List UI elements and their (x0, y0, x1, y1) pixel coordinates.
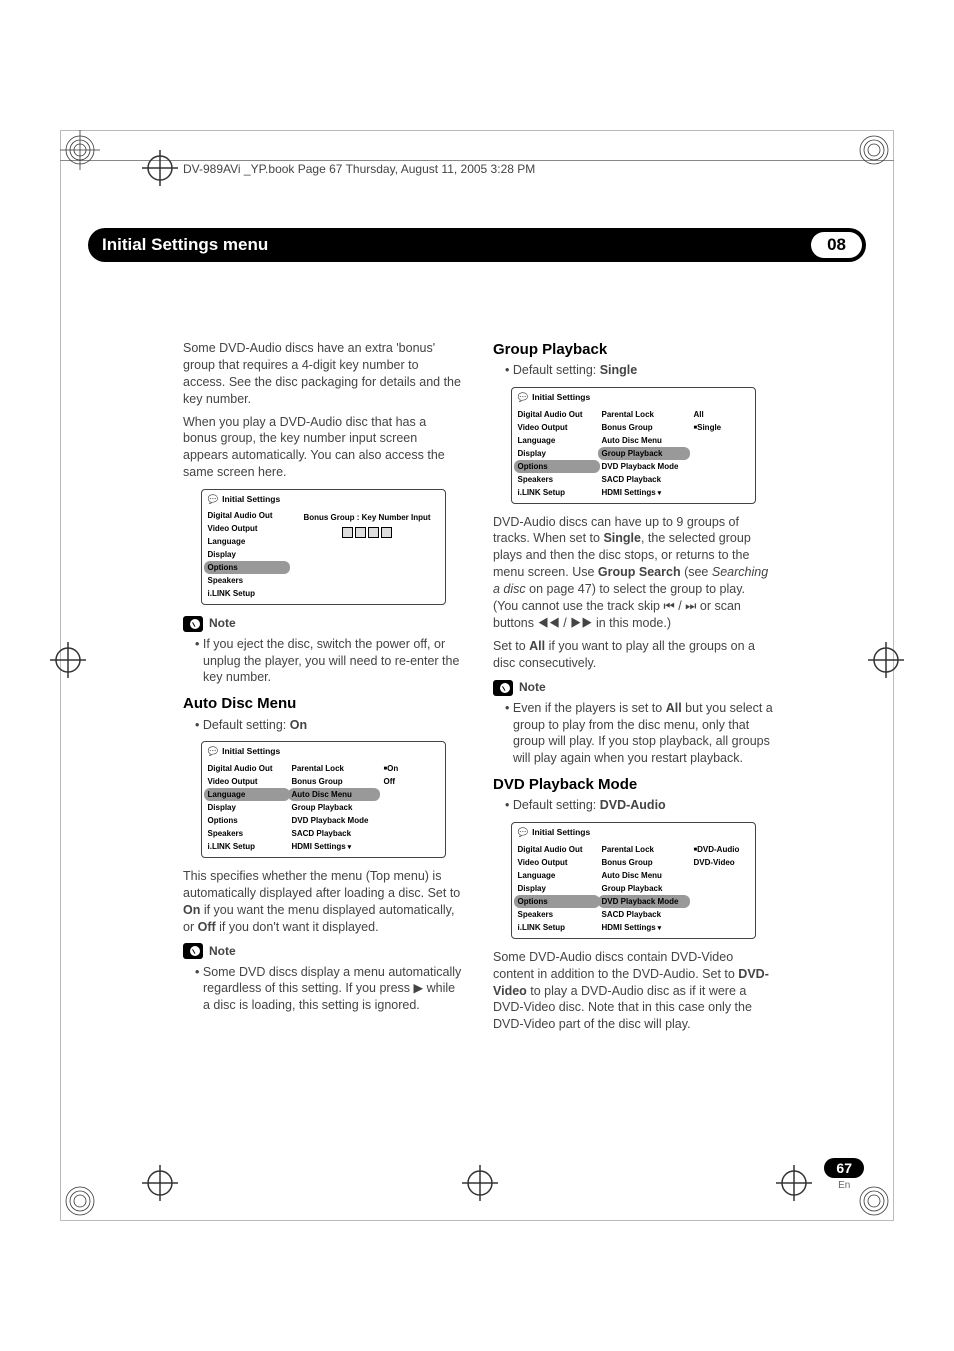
chat-icon: 💬 (518, 392, 529, 403)
settings-title: Initial Settings (532, 392, 590, 403)
note-bullet: • If you eject the disc, switch the powe… (195, 636, 463, 687)
header-rule (60, 160, 894, 161)
body-text: Set to All if you want to play all the g… (493, 638, 773, 672)
note-heading: Note (493, 679, 773, 695)
body-text: DVD-Audio discs can have up to 9 groups … (493, 514, 773, 632)
left-column: Some DVD-Audio discs have an extra 'bonu… (183, 340, 463, 1039)
settings-screenshot-group-playback: 💬Initial Settings Digital Audio OutVideo… (511, 387, 756, 503)
settings-screenshot-dvd-playback-mode: 💬Initial Settings Digital Audio OutVideo… (511, 822, 756, 938)
note-label: Note (209, 615, 236, 631)
chat-icon: 💬 (208, 494, 219, 505)
page-lang: En (824, 1180, 864, 1191)
note-icon (183, 943, 203, 959)
default-setting-line: • Default setting: Single (505, 362, 773, 379)
settings-left-list: Digital Audio OutVideo OutputLanguageDis… (512, 841, 600, 938)
settings-right-list: DVD-AudioDVD-Video (690, 841, 755, 938)
settings-left-list: Digital Audio OutVideo OutputLanguageDis… (202, 507, 290, 604)
corner-mark-icon (60, 130, 120, 190)
chapter-title: Initial Settings menu (102, 235, 268, 255)
note-bullet: • Some DVD discs display a menu automati… (195, 964, 463, 1015)
settings-right-list: AllSingle (690, 406, 755, 503)
section-heading-auto-disc-menu: Auto Disc Menu (183, 694, 463, 714)
body-text: When you play a DVD-Audio disc that has … (183, 414, 463, 482)
settings-left-list: Digital Audio OutVideo OutputLanguageDis… (512, 406, 600, 503)
content-columns: Some DVD-Audio discs have an extra 'bonu… (183, 340, 773, 1039)
settings-mid-list: Parental LockBonus GroupAuto Disc MenuGr… (290, 760, 380, 857)
settings-title: Initial Settings (222, 494, 280, 505)
right-column: Group Playback • Default setting: Single… (493, 340, 773, 1039)
register-mark-icon (460, 1163, 500, 1203)
note-label: Note (209, 943, 236, 959)
settings-mid-list: Parental LockBonus GroupAuto Disc MenuGr… (600, 406, 690, 503)
settings-right-list: OnOff (380, 760, 445, 857)
section-heading-dvd-playback-mode: DVD Playback Mode (493, 775, 773, 795)
book-header: DV-989AVi _YP.book Page 67 Thursday, Aug… (183, 162, 535, 176)
register-mark-icon (48, 640, 88, 680)
body-text: This specifies whether the menu (Top men… (183, 868, 463, 936)
note-icon (183, 616, 203, 632)
corner-mark-icon (60, 1161, 120, 1221)
chapter-title-bar: Initial Settings menu 08 (88, 228, 866, 262)
register-mark-icon (774, 1163, 814, 1203)
note-icon (493, 680, 513, 696)
chat-icon: 💬 (518, 827, 529, 838)
note-bullet: • Even if the players is set to All but … (505, 700, 773, 768)
note-heading: Note (183, 943, 463, 959)
corner-mark-icon (834, 130, 894, 190)
settings-title: Initial Settings (222, 746, 280, 757)
body-text: Some DVD-Audio discs contain DVD-Video c… (493, 949, 773, 1033)
key-input-boxes (342, 527, 392, 538)
register-mark-icon (140, 148, 180, 188)
settings-mid-list: Parental LockBonus GroupAuto Disc MenuGr… (600, 841, 690, 938)
page-number-pill: 67 (824, 1158, 864, 1178)
settings-left-list: Digital Audio OutVideo OutputLanguageDis… (202, 760, 290, 857)
section-heading-group-playback: Group Playback (493, 340, 773, 360)
settings-screenshot-bonus-group: 💬Initial Settings Digital Audio OutVideo… (201, 489, 446, 605)
bonus-group-label: Bonus Group : Key Number Input (290, 513, 445, 524)
chapter-number-badge: 08 (811, 232, 862, 258)
page-number: 67 En (824, 1158, 864, 1191)
settings-title: Initial Settings (532, 827, 590, 838)
settings-screenshot-auto-disc-menu: 💬Initial Settings Digital Audio OutVideo… (201, 741, 446, 857)
default-setting-line: • Default setting: On (195, 717, 463, 734)
register-mark-icon (866, 640, 906, 680)
register-mark-icon (140, 1163, 180, 1203)
note-label: Note (519, 679, 546, 695)
note-heading: Note (183, 615, 463, 631)
chat-icon: 💬 (208, 746, 219, 757)
default-setting-line: • Default setting: DVD-Audio (505, 797, 773, 814)
body-text: Some DVD-Audio discs have an extra 'bonu… (183, 340, 463, 408)
